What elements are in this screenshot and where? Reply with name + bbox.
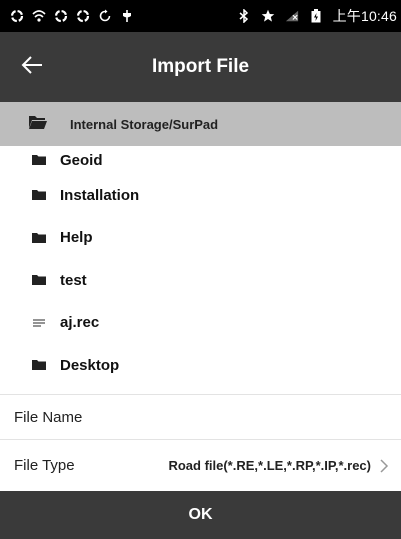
signal-app-icon — [32, 9, 46, 23]
file-type-selector[interactable]: File Type Road file(*.RE,*.LE,*.RP,*.IP,… — [0, 439, 401, 491]
folder-icon — [32, 274, 46, 286]
open-folder-icon — [28, 114, 48, 135]
no-signal-icon — [285, 9, 299, 23]
page-title: Import File — [151, 56, 250, 77]
path-bar[interactable]: Internal Storage/SurPad — [0, 102, 401, 146]
usb-icon — [120, 9, 134, 23]
ok-button-label: OK — [188, 506, 213, 523]
file-type-value: Road file(*.RE,*.LE,*.RP,*.IP,*.rec) — [168, 457, 371, 473]
bluetooth-icon — [237, 9, 251, 23]
app-icon — [76, 9, 90, 23]
file-name-field[interactable]: File Name — [0, 394, 401, 439]
status-bar: 上午10:46 — [0, 0, 401, 32]
list-item-label: test — [60, 271, 87, 289]
battery-icon — [309, 9, 323, 23]
folder-icon — [32, 232, 46, 244]
folder-icon — [32, 154, 46, 166]
file-icon — [32, 317, 46, 329]
list-item-label: Geoid — [60, 151, 103, 169]
chevron-right-icon — [379, 458, 389, 474]
list-item[interactable]: aj.rec — [0, 302, 401, 345]
list-item-label: Help — [60, 229, 93, 247]
list-item[interactable]: test — [0, 259, 401, 302]
list-item-label: aj.rec — [60, 314, 100, 332]
path-label: Internal Storage/SurPad — [70, 116, 219, 132]
list-item-label: Installation — [60, 186, 140, 204]
list-item[interactable]: Installation — [0, 174, 401, 217]
folder-icon — [32, 189, 46, 201]
list-item[interactable]: Help — [0, 217, 401, 260]
app-icon — [54, 9, 68, 23]
file-name-label: File Name — [14, 408, 83, 426]
file-type-label: File Type — [14, 457, 75, 474]
app-icon — [10, 9, 24, 23]
file-list: Geoid Installation Help test aj.rec Desk… — [0, 146, 401, 387]
app-bar: Import File — [0, 32, 401, 102]
folder-icon — [32, 359, 46, 371]
ok-button[interactable]: OK — [0, 491, 401, 539]
star-icon — [261, 9, 275, 23]
list-item-label: Desktop — [60, 356, 120, 374]
status-time: 上午10:46 — [332, 8, 397, 24]
back-button[interactable] — [18, 54, 46, 80]
list-item[interactable]: Desktop — [0, 344, 401, 387]
sync-icon — [98, 9, 112, 23]
back-arrow-icon — [20, 55, 44, 80]
list-item[interactable]: Geoid — [0, 146, 401, 174]
